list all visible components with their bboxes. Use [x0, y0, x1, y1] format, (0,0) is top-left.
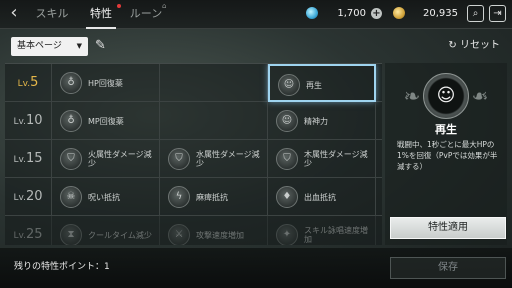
fire-shield-icon: ⛉ [60, 148, 82, 170]
trait-cell-cast-speed[interactable]: ✦ スキル詠唱速度増加 [268, 216, 376, 245]
trait-row: Lv.10 ♁ MP回復薬 ☺ 精神力 [5, 102, 382, 140]
trait-name: HP回復薬 [88, 78, 123, 88]
detail-title: 再生 [435, 123, 457, 136]
refresh-icon: ↻ [448, 40, 457, 51]
potion-icon: ♁ [60, 72, 82, 94]
remaining-points: 残りの特性ポイント：1 [14, 262, 110, 272]
level-label: Lv.5 [5, 64, 52, 102]
page-select-dropdown[interactable]: 基本ページ ▼ [11, 37, 88, 56]
detail-description: 戦闘中、1秒ごとに最大HPの1%を回復（PvPでは効果が半減する） [397, 140, 498, 171]
trait-cell-regeneration[interactable]: ☺ 再生 [268, 64, 376, 102]
trait-name: MP回復薬 [88, 116, 124, 126]
trait-cell-bleed-resist[interactable]: ♦ 出血抵抗 [268, 178, 376, 216]
trait-name: クールタイム減少 [88, 230, 152, 240]
reset-button[interactable]: ↻ リセット [448, 37, 500, 55]
search-icon[interactable]: ⌕ [467, 5, 484, 22]
gold-count: 20,935 [423, 8, 458, 19]
scroll-icon: ✦ [276, 224, 298, 245]
trait-name: 精神力 [304, 116, 328, 126]
wood-shield-icon: ⛉ [276, 148, 298, 170]
notification-dot-icon [117, 4, 121, 8]
trait-row: Lv.5 ♁ HP回復薬 ☺ 再生 [5, 64, 382, 102]
trait-name: 再生 [306, 80, 322, 90]
trait-cell-fire-resist[interactable]: ⛉ 火属性ダメージ減少 [52, 140, 160, 178]
right-wing-icon: ❧ [471, 84, 489, 108]
level-label: Lv.15 [5, 140, 52, 178]
trait-name: 麻痺抵抗 [196, 192, 228, 202]
level-label: Lv.25 [5, 216, 52, 245]
level-label: Lv.10 [5, 102, 52, 140]
trait-cell-paralysis-resist[interactable]: ϟ 麻痺抵抗 [160, 178, 268, 216]
gem-icon [306, 7, 318, 19]
gold-coin-icon [393, 7, 405, 19]
trait-cell-mental-power[interactable]: ☺ 精神力 [268, 102, 376, 140]
lightning-icon: ϟ [168, 186, 190, 208]
back-button[interactable]: ‹ [4, 4, 24, 24]
regeneration-icon: ☺ [278, 74, 300, 96]
trait-cell-water-resist[interactable]: ⛉ 水属性ダメージ減少 [160, 140, 268, 178]
trait-row: Lv.15 ⛉ 火属性ダメージ減少 ⛉ 水属性ダメージ減少 ⛉ 木属性ダメージ減… [5, 140, 382, 178]
trait-name: 火属性ダメージ減少 [88, 150, 152, 168]
trait-cell-hp-potion[interactable]: ♁ HP回復薬 [52, 64, 160, 102]
water-shield-icon: ⛉ [168, 148, 190, 170]
tab-skill[interactable]: スキル [30, 0, 74, 29]
page-select-value: 基本ページ [17, 41, 62, 51]
trait-name: 呪い抵抗 [88, 192, 120, 202]
trait-name: 出血抵抗 [304, 192, 336, 202]
curse-icon: ☠ [60, 186, 82, 208]
pencil-icon[interactable]: ✎ [95, 37, 111, 55]
trait-name: 攻撃速度増加 [196, 230, 244, 240]
top-bar: ‹ スキル 特性 ルーン ⌂ 1,700 + 20,935 ⌕ ⇥ [0, 0, 512, 29]
apply-trait-button[interactable]: 特性適用 [390, 217, 506, 239]
trait-name: 水属性ダメージ減少 [196, 150, 260, 168]
exit-icon[interactable]: ⇥ [489, 5, 506, 22]
trait-cell-wood-resist[interactable]: ⛉ 木属性ダメージ減少 [268, 140, 376, 178]
tab-rune[interactable]: ルーン [128, 0, 164, 29]
trait-name: スキル詠唱速度増加 [304, 226, 368, 244]
trait-grid: Lv.5 ♁ HP回復薬 ☺ 再生 Lv.10 ♁ MP回復薬 ☺ 精神力 Lv… [5, 63, 382, 245]
potion-icon: ♁ [60, 110, 82, 132]
mind-icon: ☺ [276, 110, 298, 132]
chevron-down-icon: ▼ [76, 42, 82, 50]
add-gem-button[interactable]: + [371, 8, 382, 19]
gem-count: 1,700 [337, 8, 366, 19]
reset-label: リセット [460, 40, 500, 51]
hourglass-icon: ⧗ [60, 224, 82, 245]
trait-cell-empty [160, 102, 268, 140]
lock-icon: ⌂ [162, 2, 167, 10]
regeneration-emblem-icon: ☺ [423, 73, 469, 119]
trait-cell-curse-resist[interactable]: ☠ 呪い抵抗 [52, 178, 160, 216]
left-wing-icon: ❧ [403, 84, 421, 108]
trait-cell-cooldown[interactable]: ⧗ クールタイム減少 [52, 216, 160, 245]
sword-icon: ⚔ [168, 224, 190, 245]
tab-traits[interactable]: 特性 [86, 0, 116, 29]
trait-cell-empty [160, 64, 268, 102]
trait-cell-mp-potion[interactable]: ♁ MP回復薬 [52, 102, 160, 140]
blood-drop-icon: ♦ [276, 186, 298, 208]
trait-row: Lv.20 ☠ 呪い抵抗 ϟ 麻痺抵抗 ♦ 出血抵抗 [5, 178, 382, 216]
save-button[interactable]: 保存 [390, 257, 506, 279]
trait-name: 木属性ダメージ減少 [304, 150, 368, 168]
trait-row: Lv.25 ⧗ クールタイム減少 ⚔ 攻撃速度増加 ✦ スキル詠唱速度増加 [5, 216, 382, 245]
level-label: Lv.20 [5, 178, 52, 216]
trait-cell-attack-speed[interactable]: ⚔ 攻撃速度増加 [160, 216, 268, 245]
